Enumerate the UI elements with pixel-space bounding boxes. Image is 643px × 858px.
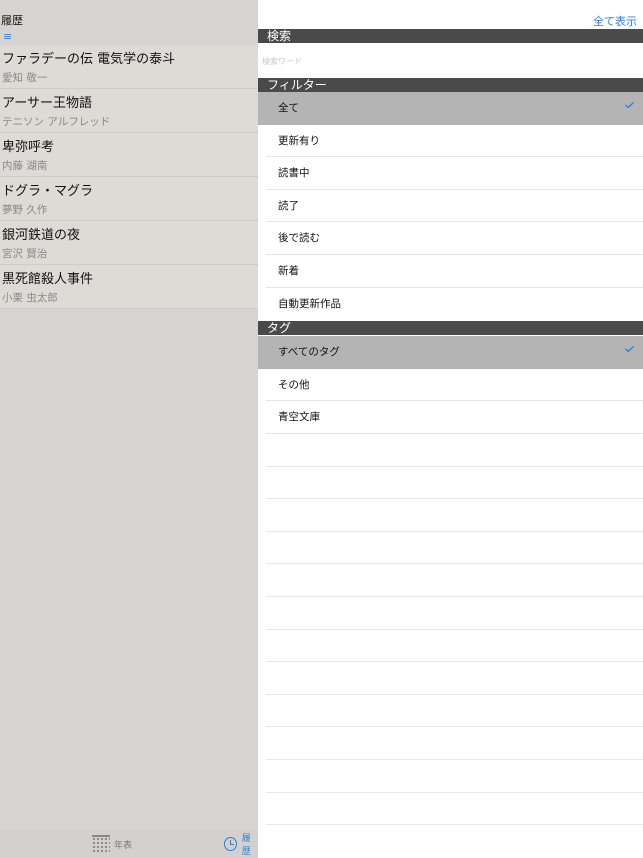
book-list: ファラデーの伝 電気学の泰斗 愛知 敬一 アーサー王物語 テニソン アルフレッド…	[0, 45, 258, 309]
clock-icon	[224, 837, 237, 851]
filter-item-finished[interactable]: 読了	[258, 190, 643, 223]
empty-rows	[258, 434, 643, 826]
empty-row	[258, 695, 643, 728]
tag-item-label: 青空文庫	[278, 411, 320, 424]
empty-row	[258, 499, 643, 532]
filter-item-new[interactable]: 新着	[258, 255, 643, 288]
empty-row	[258, 760, 643, 793]
tab-bar: 年表 履歴	[0, 830, 258, 858]
empty-row	[258, 434, 643, 467]
tab-history[interactable]: 履歴	[224, 830, 258, 858]
book-title: 黒死館殺人事件	[2, 272, 94, 287]
book-title: ファラデーの伝 電気学の泰斗	[2, 52, 176, 67]
filter-item-read-later[interactable]: 後で読む	[258, 222, 643, 255]
book-author: 愛知 敬一	[2, 72, 48, 84]
book-author: 内藤 湖南	[2, 160, 48, 172]
filter-panel: 全て表示 検索 フィルター 全て 更新有り 読書中 読了 後で読む 新着	[258, 0, 643, 858]
book-title: アーサー王物語	[2, 96, 92, 111]
empty-row	[258, 793, 643, 826]
filter-item-label: 新着	[278, 264, 299, 277]
filter-item-auto-update[interactable]: 自動更新作品	[258, 288, 643, 321]
calendar-icon	[92, 835, 110, 853]
list-item[interactable]: アーサー王物語 テニソン アルフレッド	[0, 89, 258, 133]
list-item[interactable]: ドグラ・マグラ 夢野 久作	[0, 177, 258, 221]
empty-row	[258, 630, 643, 663]
filter-item-label: 更新有り	[278, 134, 320, 147]
filter-item-label: 読了	[278, 199, 299, 212]
book-author: 夢野 久作	[2, 204, 48, 216]
show-all-button[interactable]: 全て表示	[593, 13, 637, 29]
history-panel: 履歴 ≡ ファラデーの伝 電気学の泰斗 愛知 敬一 アーサー王物語 テニソン ア…	[0, 0, 258, 858]
search-section-header: 検索	[258, 29, 643, 43]
book-title: 銀河鉄道の夜	[2, 228, 81, 243]
tag-item-all[interactable]: すべてのタグ	[258, 336, 643, 369]
filter-item-reading[interactable]: 読書中	[258, 157, 643, 190]
empty-row	[258, 597, 643, 630]
list-item[interactable]: ファラデーの伝 電気学の泰斗 愛知 敬一	[0, 45, 258, 89]
search-field	[258, 46, 643, 76]
checkmark-icon	[625, 346, 634, 352]
book-author: 宮沢 賢治	[2, 248, 48, 260]
filter-item-label: 読書中	[278, 167, 310, 180]
tab-label: 履歴	[241, 834, 251, 857]
book-title: ドグラ・マグラ	[2, 184, 94, 199]
tag-list: すべてのタグ その他 青空文庫	[258, 336, 643, 434]
list-item[interactable]: 卑弥呼考 内藤 湖南	[0, 133, 258, 177]
panel-title: 履歴	[1, 14, 23, 27]
tag-item-aozora[interactable]: 青空文庫	[258, 401, 643, 434]
filter-item-updated[interactable]: 更新有り	[258, 125, 643, 158]
filter-item-label: 自動更新作品	[278, 297, 341, 310]
list-item[interactable]: 銀河鉄道の夜 宮沢 賢治	[0, 221, 258, 265]
tag-item-label: すべてのタグ	[278, 346, 340, 358]
empty-row	[258, 727, 643, 760]
book-author: テニソン アルフレッド	[2, 116, 111, 128]
book-author: 小栗 虫太郎	[2, 292, 58, 304]
empty-row	[258, 467, 643, 500]
empty-row	[258, 532, 643, 565]
tab-label: 年表	[114, 840, 133, 851]
filter-item-label: 全て	[278, 102, 299, 114]
checkmark-icon	[625, 102, 634, 108]
list-item[interactable]: 黒死館殺人事件 小栗 虫太郎	[0, 265, 258, 309]
filter-list: 全て 更新有り 読書中 読了 後で読む 新着 自動更新作品	[258, 92, 643, 320]
filter-item-label: 後で読む	[278, 232, 320, 245]
filter-section-header: フィルター	[258, 78, 643, 92]
tab-nenpyo[interactable]: 年表	[92, 830, 132, 858]
empty-row	[258, 662, 643, 695]
book-title: 卑弥呼考	[2, 140, 55, 155]
tag-item-other[interactable]: その他	[258, 369, 643, 402]
empty-row	[258, 564, 643, 597]
search-input[interactable]	[258, 46, 634, 76]
tag-item-label: その他	[278, 378, 310, 391]
list-icon[interactable]: ≡	[3, 31, 12, 42]
filter-item-all[interactable]: 全て	[258, 92, 643, 125]
tag-section-header: タグ	[258, 321, 643, 335]
